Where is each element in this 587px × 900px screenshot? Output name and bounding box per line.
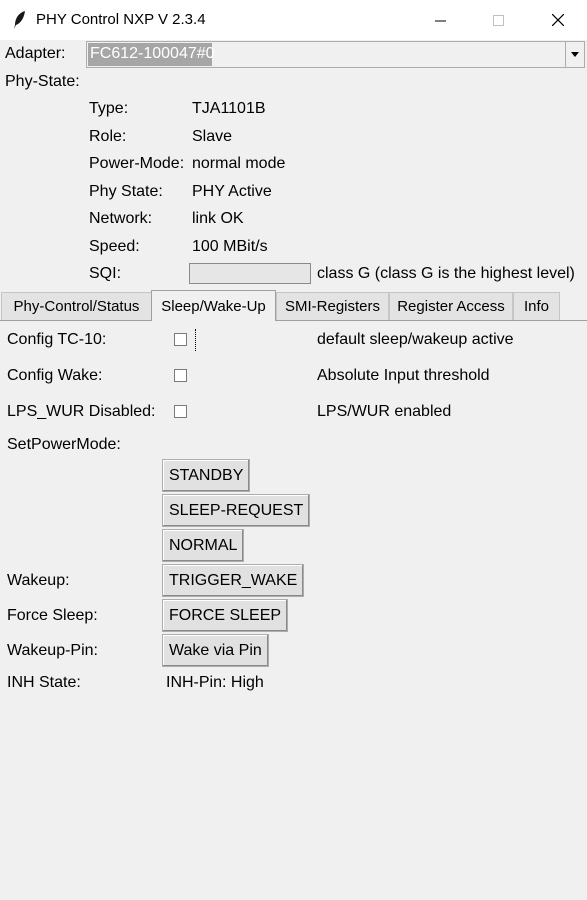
config-wake-status: Absolute Input threshold [317,367,490,384]
title-bar: PHY Control NXP V 2.3.4 [0,0,587,40]
config-tc10-checkbox[interactable] [174,333,187,346]
tab-sleep-wake-up[interactable]: Sleep/Wake-Up [151,290,276,321]
trigger-wake-button[interactable]: TRIGGER_WAKE [162,564,305,597]
speed-value: 100 MBit/s [192,238,268,255]
role-label: Role: [89,128,127,145]
tab-phy-control-status[interactable]: Phy-Control/Status [1,292,152,320]
maximize-button[interactable] [469,0,527,40]
adapter-select[interactable]: FC612-100047#0 [86,41,585,68]
adapter-value: FC612-100047#0 [90,45,215,62]
phy-state-row-label: Phy State: [89,183,163,200]
lps-wur-label: LPS_WUR Disabled: [7,403,156,420]
minimize-icon [434,20,446,21]
sleep-request-button[interactable]: SLEEP-REQUEST [162,494,311,527]
close-icon [552,14,564,26]
config-wake-label: Config Wake: [7,367,103,384]
tab-smi-registers[interactable]: SMI-Registers [276,292,389,320]
network-label: Network: [89,210,153,227]
adapter-label: Adapter: [5,45,66,62]
force-sleep-label: Force Sleep: [7,607,98,624]
sqi-progress-bar [189,263,311,284]
sqi-label: SQI: [89,265,122,282]
standby-button[interactable]: STANDBY [162,459,251,492]
inh-state-value: INH-Pin: High [166,674,264,691]
minimize-button[interactable] [411,0,469,40]
set-power-mode-label: SetPowerMode: [7,436,121,453]
config-tc10-status: default sleep/wakeup active [317,331,514,348]
wakeup-label: Wakeup: [7,572,70,589]
maximize-icon [492,14,504,26]
type-label: Type: [89,100,129,117]
wakeup-pin-label: Wakeup-Pin: [7,642,98,659]
role-value: Slave [192,128,233,145]
close-button[interactable] [529,0,587,40]
config-tc10-label: Config TC-10: [7,331,107,348]
wake-via-pin-button[interactable]: Wake via Pin [162,634,269,667]
config-wake-checkbox[interactable] [174,369,187,382]
force-sleep-button[interactable]: FORCE SLEEP [162,599,289,632]
network-value: link OK [192,210,244,227]
chevron-down-icon [571,52,579,57]
lps-wur-checkbox[interactable] [174,405,187,418]
sqi-text: class G (class G is the highest level) [317,265,575,282]
phy-state-label: Phy-State: [5,73,80,90]
tab-info[interactable]: Info [513,292,560,320]
inh-state-label: INH State: [7,674,81,691]
feather-icon [14,11,25,29]
lps-wur-status: LPS/WUR enabled [317,403,452,420]
tab-bar: Phy-Control/Status Sleep/Wake-Up SMI-Reg… [0,290,587,321]
focus-indicator [195,329,196,351]
power-mode-value: normal mode [192,155,286,172]
normal-button[interactable]: NORMAL [162,529,245,562]
speed-label: Speed: [89,238,140,255]
phy-state-value: PHY Active [192,183,272,200]
type-value: TJA1101B [192,100,266,117]
dropdown-arrow[interactable] [565,42,584,67]
window-title: PHY Control NXP V 2.3.4 [36,11,206,28]
tab-register-access[interactable]: Register Access [389,292,513,320]
power-mode-label: Power-Mode: [89,155,185,172]
